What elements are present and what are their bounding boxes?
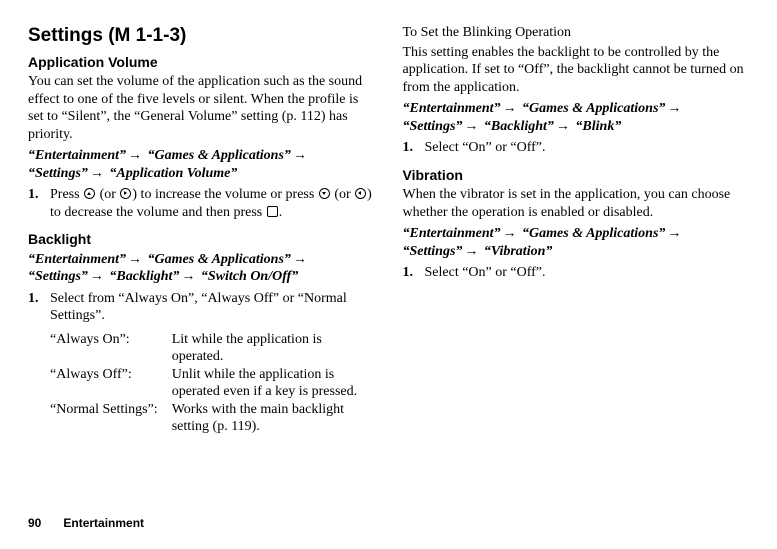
arrow-icon: → xyxy=(554,119,572,134)
path-segment: “Settings” xyxy=(403,244,463,259)
arrow-icon: → xyxy=(179,269,197,284)
path-segment: “Blink” xyxy=(575,119,621,134)
page-title: Settings (M 1-1-3) xyxy=(28,24,375,48)
arrow-icon: → xyxy=(88,166,106,181)
step-text: (or xyxy=(331,187,354,202)
path-segment: “Games & Applications” xyxy=(522,226,665,241)
path-segment: “Backlight” xyxy=(109,269,179,284)
path-segment: “Entertainment” xyxy=(403,226,501,241)
appvol-path: “Entertainment”→ “Games & Applications”→… xyxy=(28,147,375,182)
step-number: 1. xyxy=(403,139,425,157)
step-body: Select from “Always On”, “Always Off” or… xyxy=(50,290,375,325)
def-term: “Always On”: xyxy=(50,331,172,366)
path-segment: “Entertainment” xyxy=(28,252,126,267)
path-segment: “Vibration” xyxy=(484,244,552,259)
step-text: Press xyxy=(50,187,83,202)
path-segment: “Entertainment” xyxy=(403,101,501,116)
step-number: 1. xyxy=(28,290,50,325)
def-row: “Normal Settings”: Works with the main b… xyxy=(50,401,375,436)
vibration-path: “Entertainment”→ “Games & Applications”→… xyxy=(403,225,750,260)
arrow-icon: → xyxy=(126,148,144,163)
arrow-icon: → xyxy=(88,269,106,284)
appvol-step: 1. Press (or ) to increase the volume or… xyxy=(28,186,375,221)
blinking-path: “Entertainment”→ “Games & Applications”→… xyxy=(403,100,750,135)
page-number: 90 xyxy=(28,516,41,530)
path-segment: “Games & Applications” xyxy=(148,148,291,163)
step-text: ) to increase the volume or press xyxy=(132,187,317,202)
step-text: (or xyxy=(96,187,119,202)
left-key-icon xyxy=(355,188,366,199)
def-row: “Always Off”: Unlit while the applicatio… xyxy=(50,366,375,401)
arrow-icon: → xyxy=(462,244,480,259)
backlight-path: “Entertainment”→ “Games & Applications”→… xyxy=(28,251,375,286)
def-desc: Works with the main backlight setting (p… xyxy=(172,401,375,436)
right-key-icon xyxy=(120,188,131,199)
def-term: “Always Off”: xyxy=(50,366,172,401)
heading-backlight: Backlight xyxy=(28,231,375,249)
def-desc: Unlit while the application is operated … xyxy=(172,366,375,401)
step-text: . xyxy=(279,205,283,220)
blinking-body: This setting enables the backlight to be… xyxy=(403,44,750,97)
path-segment: “Entertainment” xyxy=(28,148,126,163)
path-segment: “Games & Applications” xyxy=(148,252,291,267)
backlight-deflist: “Always On”: Lit while the application i… xyxy=(50,331,375,436)
def-row: “Always On”: Lit while the application i… xyxy=(50,331,375,366)
vibration-step: 1. Select “On” or “Off”. xyxy=(403,264,750,282)
path-segment: “Application Volume” xyxy=(109,166,237,181)
down-key-icon xyxy=(319,188,330,199)
arrow-icon: → xyxy=(665,101,683,116)
step-body: Press (or ) to increase the volume or pr… xyxy=(50,186,375,221)
path-segment: “Settings” xyxy=(28,166,88,181)
def-desc: Lit while the application is operated. xyxy=(172,331,375,366)
step-number: 1. xyxy=(28,186,50,221)
arrow-icon: → xyxy=(462,119,480,134)
heading-vibration: Vibration xyxy=(403,167,750,185)
blinking-step: 1. Select “On” or “Off”. xyxy=(403,139,750,157)
arrow-icon: → xyxy=(501,101,519,116)
page-footer: 90 Entertainment xyxy=(28,516,144,531)
heading-application-volume: Application Volume xyxy=(28,54,375,72)
def-term: “Normal Settings”: xyxy=(50,401,172,436)
right-column: To Set the Blinking Operation This setti… xyxy=(403,24,750,436)
footer-section: Entertainment xyxy=(63,516,144,530)
arrow-icon: → xyxy=(501,226,519,241)
path-segment: “Switch On/Off” xyxy=(201,269,298,284)
center-key-icon xyxy=(267,206,278,217)
arrow-icon: → xyxy=(665,226,683,241)
step-number: 1. xyxy=(403,264,425,282)
heading-blinking: To Set the Blinking Operation xyxy=(403,24,750,42)
left-column: Settings (M 1-1-3) Application Volume Yo… xyxy=(28,24,375,436)
path-segment: “Backlight” xyxy=(484,119,554,134)
vibration-body: When the vibrator is set in the applicat… xyxy=(403,186,750,221)
arrow-icon: → xyxy=(291,252,309,267)
up-key-icon xyxy=(84,188,95,199)
path-segment: “Games & Applications” xyxy=(522,101,665,116)
path-segment: “Settings” xyxy=(28,269,88,284)
step-body: Select “On” or “Off”. xyxy=(425,264,750,282)
arrow-icon: → xyxy=(126,252,144,267)
step-body: Select “On” or “Off”. xyxy=(425,139,750,157)
path-segment: “Settings” xyxy=(403,119,463,134)
arrow-icon: → xyxy=(291,148,309,163)
appvol-body: You can set the volume of the applicatio… xyxy=(28,73,375,143)
backlight-step: 1. Select from “Always On”, “Always Off”… xyxy=(28,290,375,325)
